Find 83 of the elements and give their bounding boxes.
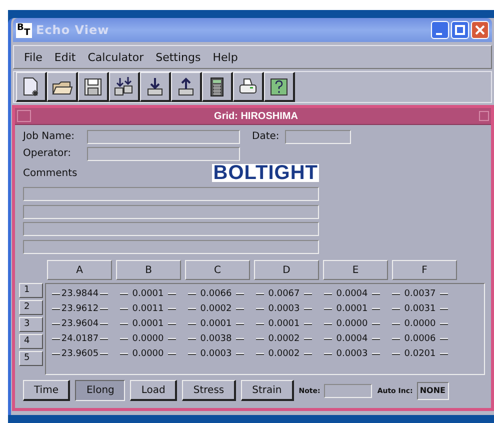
maximize-icon xyxy=(455,25,465,35)
import-button[interactable] xyxy=(109,72,140,102)
table-cell: 0.0001 xyxy=(120,318,176,330)
table-cell: 0.0001 xyxy=(256,318,312,330)
row-header[interactable]: 2 xyxy=(19,300,43,315)
table-cell: 0.0067 xyxy=(256,288,312,300)
table-cell: 23.9844 xyxy=(52,288,108,300)
open-button[interactable] xyxy=(47,72,78,102)
comment-field[interactable] xyxy=(23,204,319,218)
new-file-button[interactable] xyxy=(16,72,47,102)
table-cell: 0.0037 xyxy=(392,288,448,300)
table-cell: 0.0000 xyxy=(120,332,176,344)
minimize-icon xyxy=(436,32,442,34)
row-header[interactable]: 3 xyxy=(19,317,43,332)
column-header[interactable]: E xyxy=(323,260,388,280)
table-cell: 0.0066 xyxy=(188,288,244,300)
minimize-button[interactable] xyxy=(431,21,449,39)
table-cell: 0.0003 xyxy=(256,302,312,314)
calculator-button[interactable] xyxy=(202,72,233,102)
table-cell: 0.0011 xyxy=(120,302,176,314)
menu-item[interactable]: Calculator xyxy=(84,48,148,66)
app-icon: BT xyxy=(16,22,32,38)
comment-field[interactable] xyxy=(23,187,319,201)
comment-field[interactable] xyxy=(23,240,319,254)
measure-button[interactable]: Strain xyxy=(241,380,294,401)
table-cell: 0.0001 xyxy=(188,318,244,330)
row-header[interactable]: 5 xyxy=(19,351,43,366)
table-cell: 0.0002 xyxy=(256,332,312,344)
table-cell: 23.9612 xyxy=(52,302,108,314)
table-cell: 0.0004 xyxy=(324,332,380,344)
window-title: Echo View xyxy=(36,23,110,37)
table-cell: 0.0002 xyxy=(256,348,312,360)
measure-button[interactable]: Stress xyxy=(182,380,236,401)
table-cell: 0.0000 xyxy=(392,318,448,330)
table-cell: 0.0000 xyxy=(324,318,380,330)
close-button[interactable] xyxy=(471,21,489,39)
auto-inc-value: NONE xyxy=(416,382,448,400)
measure-button[interactable]: Load xyxy=(130,380,178,401)
brand-logo: BOLTIGHT xyxy=(212,164,319,182)
menu-item[interactable]: Settings xyxy=(152,48,205,66)
comment-field[interactable] xyxy=(23,222,319,236)
table-cell: 0.0006 xyxy=(392,332,448,344)
table-cell: 0.0004 xyxy=(324,288,380,300)
field-label: Comments xyxy=(23,168,78,178)
measure-button[interactable]: Time xyxy=(23,380,70,401)
close-icon xyxy=(475,25,485,35)
column-header[interactable]: A xyxy=(47,260,112,280)
menu-item[interactable]: Edit xyxy=(50,48,80,66)
menu-item[interactable]: Help xyxy=(208,48,242,66)
column-header[interactable]: B xyxy=(116,260,181,280)
upload-button[interactable] xyxy=(171,72,202,102)
help-button[interactable] xyxy=(264,72,295,102)
column-header[interactable]: C xyxy=(185,260,250,280)
note-field[interactable] xyxy=(324,384,372,398)
table-cell: 0.0201 xyxy=(392,348,448,360)
table-cell: 0.0038 xyxy=(188,332,244,344)
job-name-field[interactable] xyxy=(87,130,240,144)
table-cell: 0.0002 xyxy=(188,302,244,314)
table-cell: 0.0003 xyxy=(188,348,244,360)
row-header[interactable]: 1 xyxy=(19,283,43,298)
panel-title: Grid: HIROSHIMA xyxy=(213,110,299,122)
field-label: Job Name: xyxy=(23,131,76,142)
measure-button[interactable]: Elong xyxy=(75,380,126,401)
field-label: Operator: xyxy=(23,148,72,159)
field-label: Date: xyxy=(252,131,280,142)
maximize-button[interactable] xyxy=(451,21,469,39)
column-header[interactable]: D xyxy=(254,260,319,280)
table-cell: 0.0003 xyxy=(324,348,380,360)
table-cell: 24.0187 xyxy=(52,332,108,344)
save-button[interactable] xyxy=(78,72,109,102)
table-cell: 0.0031 xyxy=(392,302,448,314)
date-field[interactable] xyxy=(285,130,352,144)
table-cell: 0.0000 xyxy=(120,348,176,360)
table-cell: 23.9605 xyxy=(52,348,108,360)
row-header[interactable]: 4 xyxy=(19,334,43,349)
menu-item[interactable]: File xyxy=(20,48,46,66)
column-header[interactable]: F xyxy=(392,260,457,280)
operator-field[interactable] xyxy=(87,146,240,160)
table-cell: 0.0001 xyxy=(120,288,176,300)
table-cell: 0.0001 xyxy=(324,302,380,314)
table-cell: 23.9604 xyxy=(52,318,108,330)
download-button[interactable] xyxy=(140,72,171,102)
print-button[interactable] xyxy=(233,72,264,102)
